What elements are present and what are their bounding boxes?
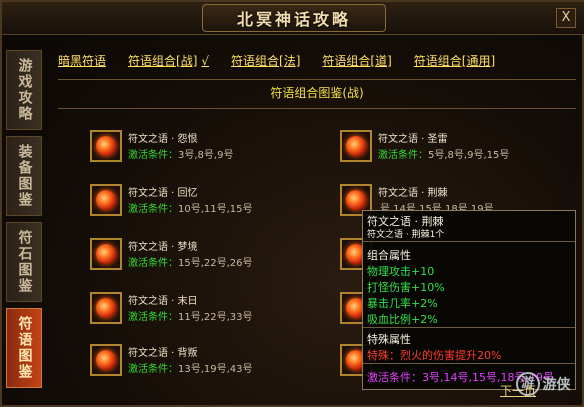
runeword-entry[interactable]: 符文之语 · 怨恨 激活条件：3号,8号,9号 — [90, 128, 310, 172]
divider — [58, 79, 576, 80]
title-plate: 北冥神话攻略 — [202, 4, 386, 32]
title-bar: 北冥神话攻略 X — [2, 2, 584, 35]
runeword-entry[interactable]: 符文之语 · 回忆 激活条件：10号,11号,15号 — [90, 182, 310, 226]
rune-slot[interactable] — [90, 238, 122, 270]
entry-condition: 激活条件：5号,8号,9号,15号 — [378, 150, 510, 161]
tab-dark-runeword[interactable]: 暗黑符语 — [58, 52, 106, 74]
fire-orb-icon — [96, 244, 116, 264]
entry-name: 符文之语 · 梦境 — [128, 242, 198, 253]
entry-condition: 激活条件：3号,8号,9号 — [128, 150, 234, 161]
category-tabs: 暗黑符语 符语组合[战] √ 符语组合[法] 符语组合[道] 符语组合[通用] — [58, 52, 578, 74]
close-button[interactable]: X — [556, 8, 576, 28]
runeword-entry[interactable]: 符文之语 · 梦境 激活条件：15号,22号,26号 — [90, 236, 310, 280]
stat-line: 物理攻击+10 — [367, 265, 435, 278]
rune-slot[interactable] — [340, 130, 372, 162]
tab-combo-taoist[interactable]: 符语组合[道] — [322, 52, 391, 74]
entry-condition: 激活条件：15号,22号,26号 — [128, 258, 253, 269]
stat-line: 吸血比例+2% — [367, 313, 438, 326]
rune-slot[interactable] — [90, 344, 122, 376]
side-tab-runeword[interactable]: 符语图鉴 — [6, 308, 42, 388]
window-title: 北冥神话攻略 — [236, 10, 351, 29]
divider — [363, 327, 575, 328]
stat-line: 打怪伤害+10% — [367, 281, 445, 294]
watermark-text: 游侠 — [542, 377, 571, 393]
site-watermark: 游 游侠 — [505, 364, 581, 404]
fire-orb-icon — [346, 190, 366, 210]
tab-combo-warrior[interactable]: 符语组合[战] √ — [128, 52, 209, 74]
watermark-logo-icon: 游 — [515, 372, 540, 396]
special-attr-line: 特殊：烈火的伤害提升20% — [367, 349, 502, 362]
stat-line: 暴击几率+2% — [367, 297, 438, 310]
runeword-entry[interactable]: 符文之语 · 末日 激活条件：11号,22号,33号 — [90, 290, 310, 334]
divider — [58, 108, 576, 109]
tooltip-subtitle: 符文之语 · 荆棘1个 — [367, 230, 445, 240]
entry-name: 符文之语 · 荆棘 — [378, 188, 448, 199]
side-tab-equipment[interactable]: 装备图鉴 — [6, 136, 42, 216]
combo-attr-header: 组合属性 — [367, 249, 411, 262]
fire-orb-icon — [96, 298, 116, 318]
fire-orb-icon — [346, 136, 366, 156]
tab-combo-mage[interactable]: 符语组合[法] — [231, 52, 300, 74]
side-tab-guide[interactable]: 游戏攻略 — [6, 50, 42, 130]
entry-name: 符文之语 · 回忆 — [128, 188, 198, 199]
section-title: 符语组合图鉴(战) — [270, 86, 364, 100]
entry-name: 符文之语 · 末日 — [128, 296, 198, 307]
runeword-entry[interactable]: 符文之语 · 圣雷 激活条件：5号,8号,9号,15号 — [340, 128, 560, 172]
entry-condition: 激活条件：10号,11号,15号 — [128, 204, 253, 215]
tab-combo-general[interactable]: 符语组合[通用] — [414, 52, 495, 74]
fire-orb-icon — [96, 350, 116, 370]
special-attr-header: 特殊属性 — [367, 333, 411, 346]
game-window: 北冥神话攻略 X 游戏攻略 装备图鉴 符石图鉴 符语图鉴 暗黑符语 符语组合[战… — [0, 0, 584, 407]
item-tooltip: 符文之语 · 荆棘 符文之语 · 荆棘1个 组合属性 物理攻击+10 打怪伤害+… — [362, 210, 576, 390]
selected-check-icon: √ — [201, 54, 210, 68]
entry-name: 符文之语 · 圣雷 — [378, 134, 448, 145]
side-tab-runestone[interactable]: 符石图鉴 — [6, 222, 42, 302]
rune-slot[interactable] — [90, 292, 122, 324]
fire-orb-icon — [96, 136, 116, 156]
entry-condition: 激活条件：13号,19号,43号 — [128, 364, 253, 375]
entry-name: 符文之语 · 怨恨 — [128, 134, 198, 145]
entry-name: 符文之语 · 背叛 — [128, 348, 198, 359]
side-nav: 游戏攻略 装备图鉴 符石图鉴 符语图鉴 — [6, 50, 42, 394]
fire-orb-icon — [96, 190, 116, 210]
rune-slot[interactable] — [90, 130, 122, 162]
entry-condition: 激活条件：11号,22号,33号 — [128, 312, 253, 323]
divider — [363, 241, 575, 242]
runeword-entry[interactable]: 符文之语 · 背叛 激活条件：13号,19号,43号 — [90, 342, 310, 386]
rune-slot[interactable] — [90, 184, 122, 216]
